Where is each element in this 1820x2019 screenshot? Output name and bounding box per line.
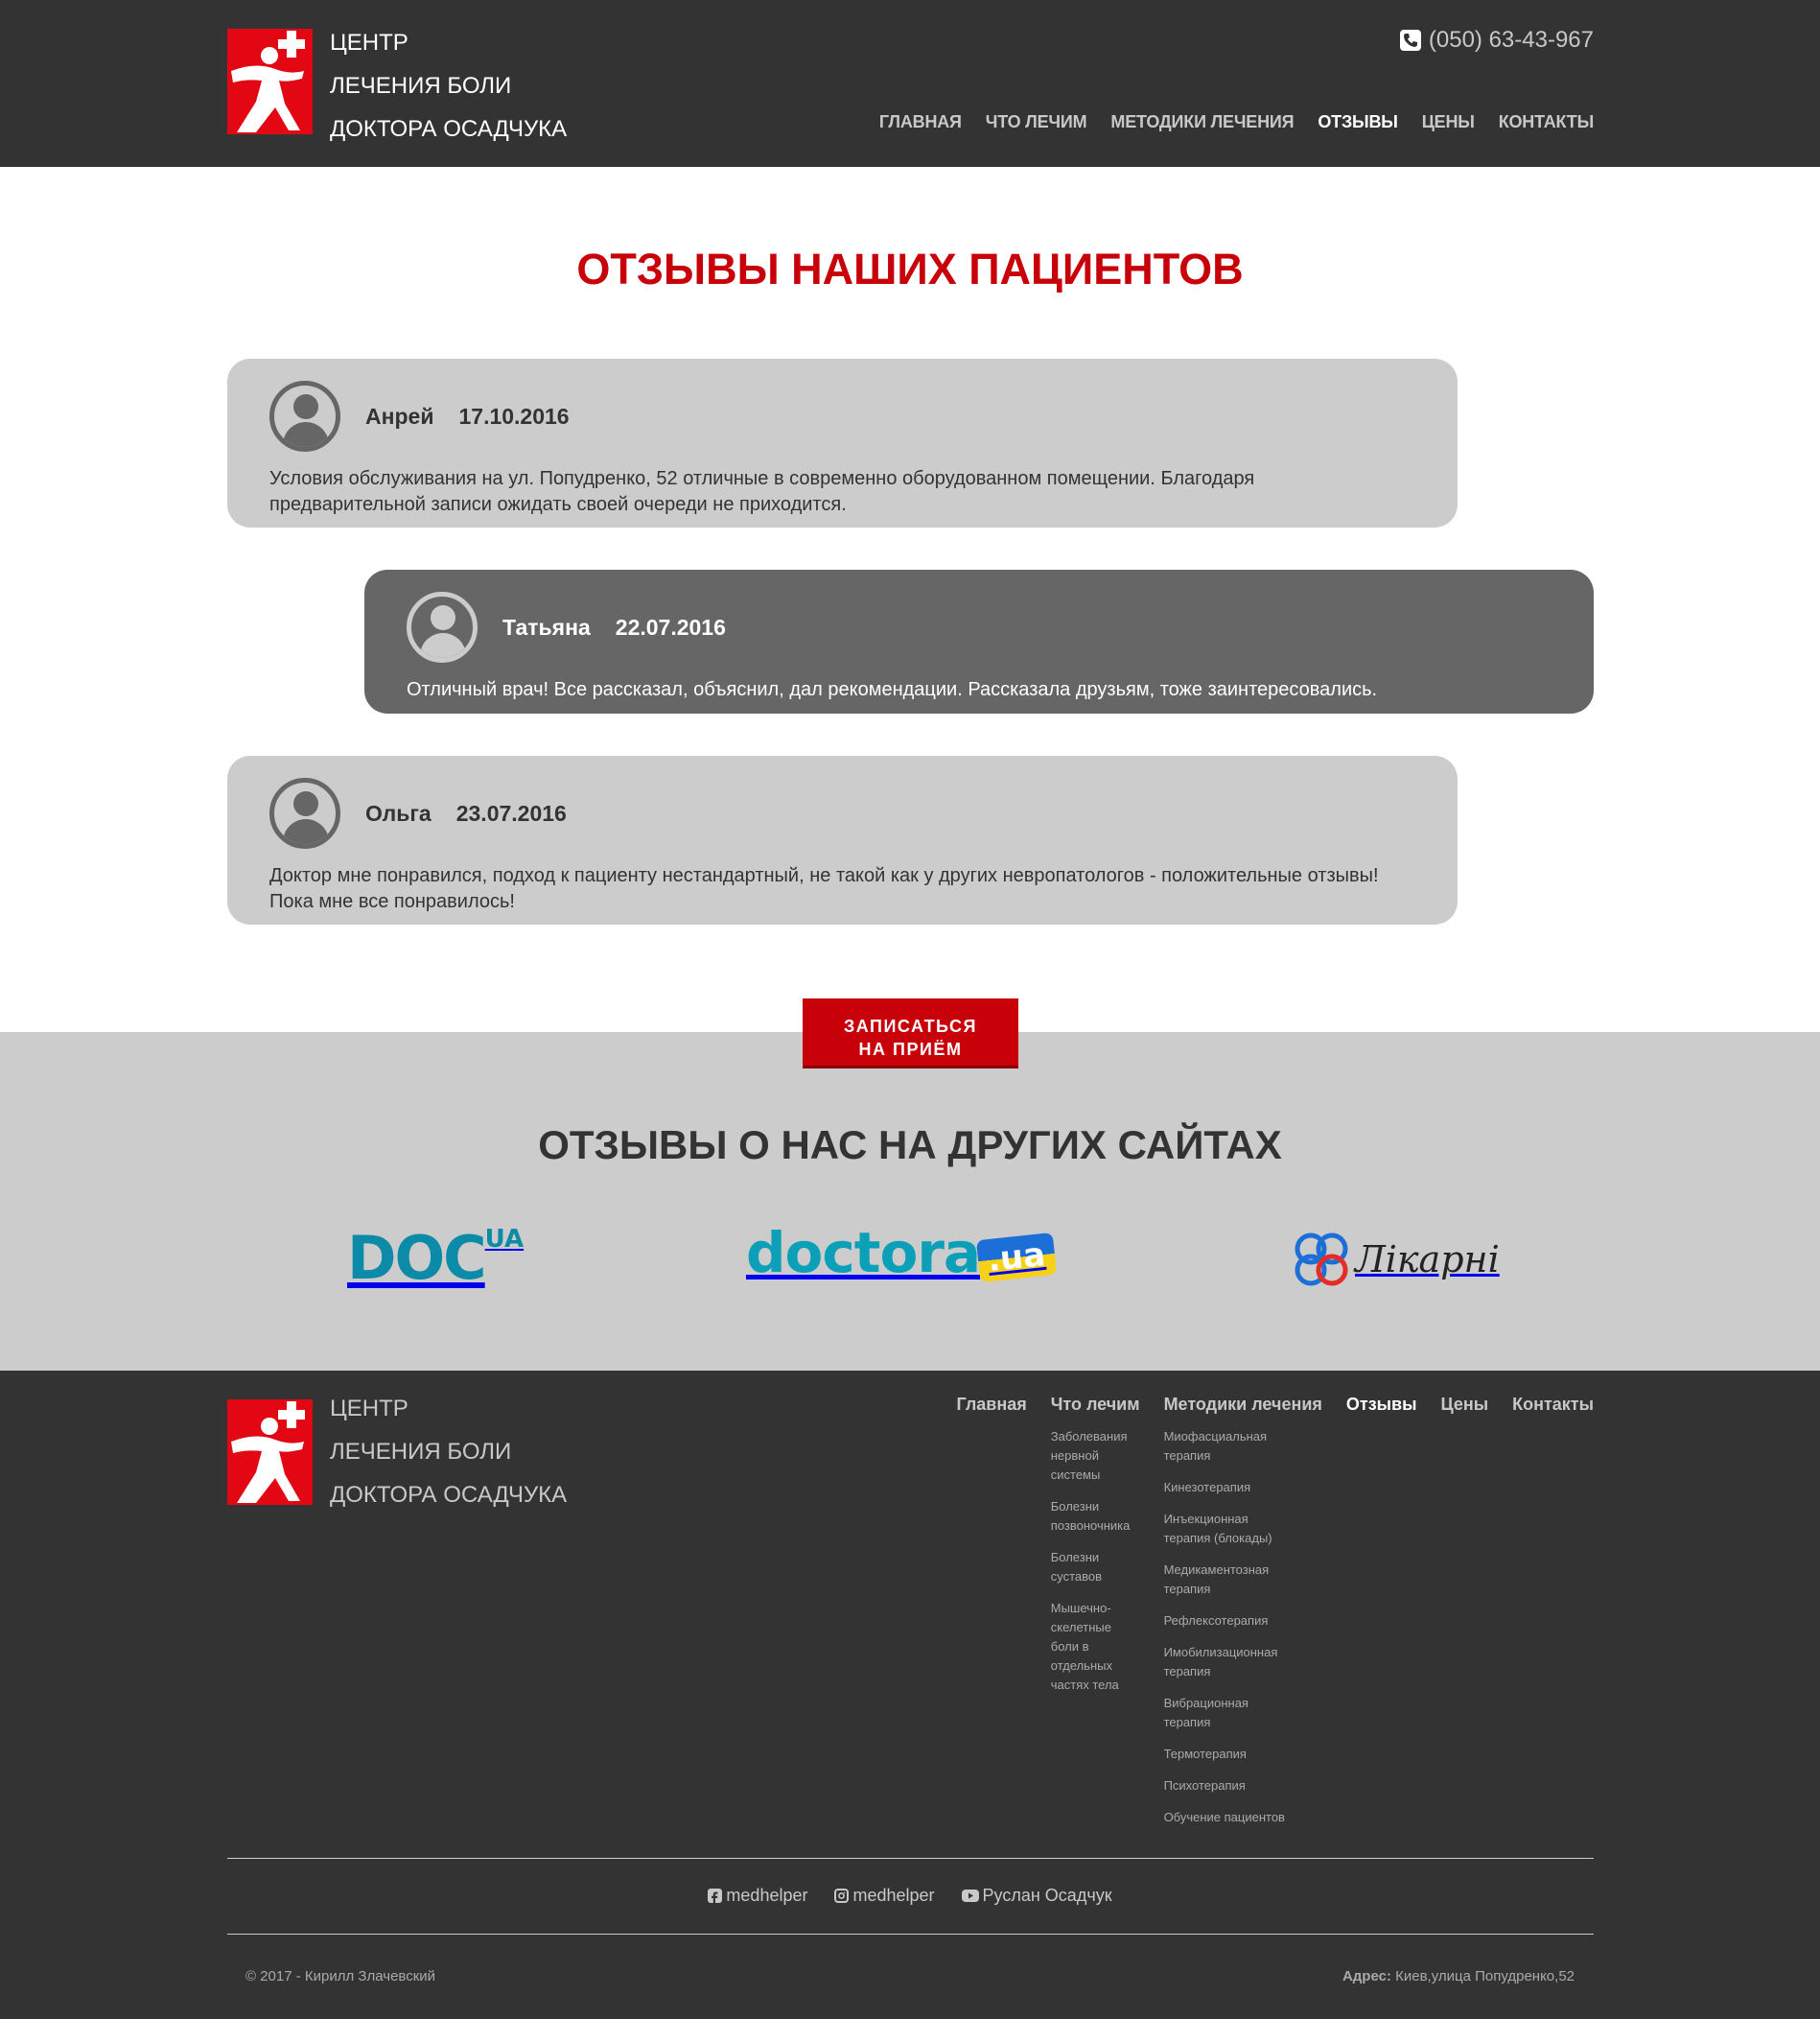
- footer-brand-title[interactable]: ЦЕНТР ЛЕЧЕНИЯ БОЛИ ДОКТОРА ОСАДЧУКА: [330, 1387, 567, 1516]
- review-author: Татьяна: [502, 614, 591, 640]
- footer-submenu-item[interactable]: Болезни суставов: [1051, 1550, 1102, 1584]
- address: Адрес: Киев,улица Попудренко,52: [1342, 1968, 1575, 1984]
- address-label: Адрес:: [1342, 1968, 1391, 1984]
- nav-item-prices[interactable]: ЦЕНЫ: [1422, 112, 1475, 132]
- footer-submenu: Заболевания нервной системы Болезни позв…: [1051, 1427, 1137, 1695]
- footer-nav-col: Методики лечения Миофасциальная терапия …: [1164, 1395, 1322, 1840]
- docua-logo-text: DOC: [347, 1223, 487, 1293]
- footer-submenu-item[interactable]: Рефлексотерапия: [1164, 1613, 1269, 1628]
- likarni-logo[interactable]: Лікарні: [1290, 1228, 1500, 1291]
- cta-line: НА ПРИЁМ: [858, 1040, 963, 1059]
- brand-title[interactable]: ЦЕНТР ЛЕЧЕНИЯ БОЛИ ДОКТОРА ОСАДЧУКА: [330, 21, 567, 151]
- footer-submenu-item[interactable]: Термотерапия: [1164, 1747, 1247, 1761]
- review-header: Ольга 23.07.2016: [269, 777, 1415, 850]
- review-date: 23.07.2016: [455, 800, 567, 826]
- site-header: ЦЕНТР ЛЕЧЕНИЯ БОЛИ ДОКТОРА ОСАДЧУКА (050…: [0, 0, 1820, 167]
- facebook-icon: [708, 1889, 723, 1904]
- nav-item-home[interactable]: ГЛАВНАЯ: [879, 112, 962, 132]
- footer-submenu-item[interactable]: Миофасциальная терапия: [1164, 1429, 1268, 1463]
- copyright: © 2017 - Кирилл Злачевский: [245, 1968, 436, 1984]
- footer-nav-col: Главная: [957, 1395, 1027, 1840]
- review-author: Ольга: [365, 800, 432, 826]
- footer-nav-reviews[interactable]: Отзывы: [1346, 1395, 1417, 1415]
- nav-item-what-we-treat[interactable]: ЧТО ЛЕЧИМ: [986, 112, 1087, 132]
- social-link-instagram[interactable]: medhelper: [834, 1886, 935, 1906]
- doctora-logo-text: doctora: [746, 1220, 981, 1285]
- footer-nav-prices[interactable]: Цены: [1440, 1395, 1488, 1415]
- footer-nav-what-we-treat[interactable]: Что лечим: [1051, 1395, 1140, 1415]
- review-card: Татьяна 22.07.2016 Отличный врач! Все ра…: [364, 570, 1594, 714]
- footer-nav-home[interactable]: Главная: [957, 1395, 1027, 1415]
- nav-item-contacts[interactable]: КОНТАКТЫ: [1499, 112, 1595, 132]
- cta-line: ЗАПИСАТЬСЯ: [844, 1017, 977, 1036]
- footer-submenu: Миофасциальная терапия Кинезотерапия Инъ…: [1164, 1427, 1289, 1827]
- brand-line: ЛЕЧЕНИЯ БОЛИ: [330, 73, 512, 99]
- footer-submenu-item[interactable]: Имобилизационная терапия: [1164, 1645, 1278, 1679]
- review-text: Условия обслуживания на ул. Попудренко, …: [269, 468, 1255, 515]
- footer-divider: [227, 1934, 1594, 1935]
- clover-icon: [1295, 1233, 1348, 1286]
- footer-nav-contacts[interactable]: Контакты: [1512, 1395, 1594, 1415]
- review-card: Ольга 23.07.2016 Доктор мне понравился, …: [227, 756, 1458, 925]
- social-links: medhelper medhelper Руслан Осадчук: [0, 1886, 1820, 1906]
- footer-submenu-item[interactable]: Кинезотерапия: [1164, 1480, 1251, 1494]
- social-link-facebook[interactable]: medhelper: [708, 1886, 807, 1906]
- footer-submenu-item[interactable]: Обучение пациентов: [1164, 1810, 1285, 1824]
- docua-logo-sup: UA: [484, 1225, 525, 1254]
- phone-icon: [1399, 30, 1421, 51]
- review-header: Татьяна 22.07.2016: [407, 591, 1552, 664]
- likarni-logo-text: Лікарні: [1355, 1238, 1500, 1280]
- footer-nav-col: Что лечим Заболевания нервной системы Бо…: [1051, 1395, 1140, 1840]
- youtube-icon: [961, 1890, 979, 1902]
- footer-nav-col: Отзывы: [1346, 1395, 1417, 1840]
- phone-number: (050) 63-43-967: [1428, 27, 1594, 53]
- instagram-icon: [834, 1889, 850, 1903]
- main-nav: ГЛАВНАЯ ЧТО ЛЕЧИМ МЕТОДИКИ ЛЕЧЕНИЯ ОТЗЫВ…: [879, 112, 1594, 132]
- review-date: 17.10.2016: [458, 403, 570, 429]
- page-title: ОТЗЫВЫ НАШИХ ПАЦИЕНТОВ: [576, 245, 1244, 293]
- other-sites-section: [0, 1032, 1820, 1371]
- brand-line: ДОКТОРА ОСАДЧУКА: [330, 116, 568, 142]
- brand-line: ЛЕЧЕНИЯ БОЛИ: [330, 1439, 512, 1465]
- avatar-icon: [407, 592, 478, 663]
- nav-item-methods[interactable]: МЕТОДИКИ ЛЕЧЕНИЯ: [1110, 112, 1294, 132]
- footer-submenu-item[interactable]: Вибрационная терапия: [1164, 1696, 1248, 1729]
- footer-submenu-item[interactable]: Психотерапия: [1164, 1778, 1246, 1793]
- address-value: Киев,улица Попудренко,52: [1390, 1968, 1575, 1984]
- review-text: Отличный врач! Все рассказал, объяснил, …: [407, 679, 1378, 700]
- doctora-logo-sup: .ua: [975, 1232, 1058, 1283]
- footer-nav-col: Цены: [1440, 1395, 1488, 1840]
- avatar-icon: [269, 381, 340, 452]
- review-author: Анрей: [365, 403, 434, 429]
- footer-submenu-item[interactable]: Болезни позвоночника: [1051, 1499, 1131, 1533]
- logo-icon[interactable]: [227, 29, 313, 134]
- social-label: Руслан Осадчук: [982, 1886, 1112, 1905]
- doctora-logo[interactable]: doctora .ua: [746, 1220, 1058, 1285]
- footer-nav: Главная Что лечим Заболевания нервной си…: [957, 1395, 1594, 1840]
- docua-logo[interactable]: DOC UA: [347, 1223, 524, 1293]
- social-label: medhelper: [726, 1886, 808, 1905]
- book-appointment-button[interactable]: ЗАПИСАТЬСЯ НА ПРИЁМ: [803, 998, 1018, 1068]
- nav-item-reviews[interactable]: ОТЗЫВЫ: [1318, 112, 1398, 132]
- avatar-icon: [269, 778, 340, 849]
- footer-divider: [227, 1858, 1594, 1859]
- brand-line: ДОКТОРА ОСАДЧУКА: [330, 1482, 568, 1508]
- review-card: Анрей 17.10.2016 Условия обслуживания на…: [227, 359, 1458, 528]
- social-label: medhelper: [852, 1886, 935, 1905]
- review-header: Анрей 17.10.2016: [269, 380, 1415, 453]
- footer-submenu-item[interactable]: Инъекционная терапия (блокады): [1164, 1512, 1272, 1545]
- footer-submenu-item[interactable]: Мышечно-скелетные боли в отдельных частя…: [1051, 1601, 1119, 1692]
- review-text: Доктор мне понравился, подход к пациенту…: [269, 865, 1379, 912]
- footer-nav-col: Контакты: [1512, 1395, 1594, 1840]
- footer-submenu-item[interactable]: Медикаментозная терапия: [1164, 1562, 1270, 1596]
- brand-line: ЦЕНТР: [330, 30, 408, 56]
- other-sites-title: ОТЗЫВЫ О НАС НА ДРУГИХ САЙТАХ: [538, 1122, 1282, 1167]
- review-date: 22.07.2016: [615, 614, 726, 640]
- footer-submenu-item[interactable]: Заболевания нервной системы: [1051, 1429, 1128, 1482]
- social-link-youtube[interactable]: Руслан Осадчук: [961, 1886, 1112, 1906]
- phone-link[interactable]: (050) 63-43-967: [1399, 27, 1594, 54]
- brand-line: ЦЕНТР: [330, 1396, 408, 1421]
- footer-logo-icon[interactable]: [227, 1399, 313, 1505]
- footer-nav-methods[interactable]: Методики лечения: [1164, 1395, 1322, 1415]
